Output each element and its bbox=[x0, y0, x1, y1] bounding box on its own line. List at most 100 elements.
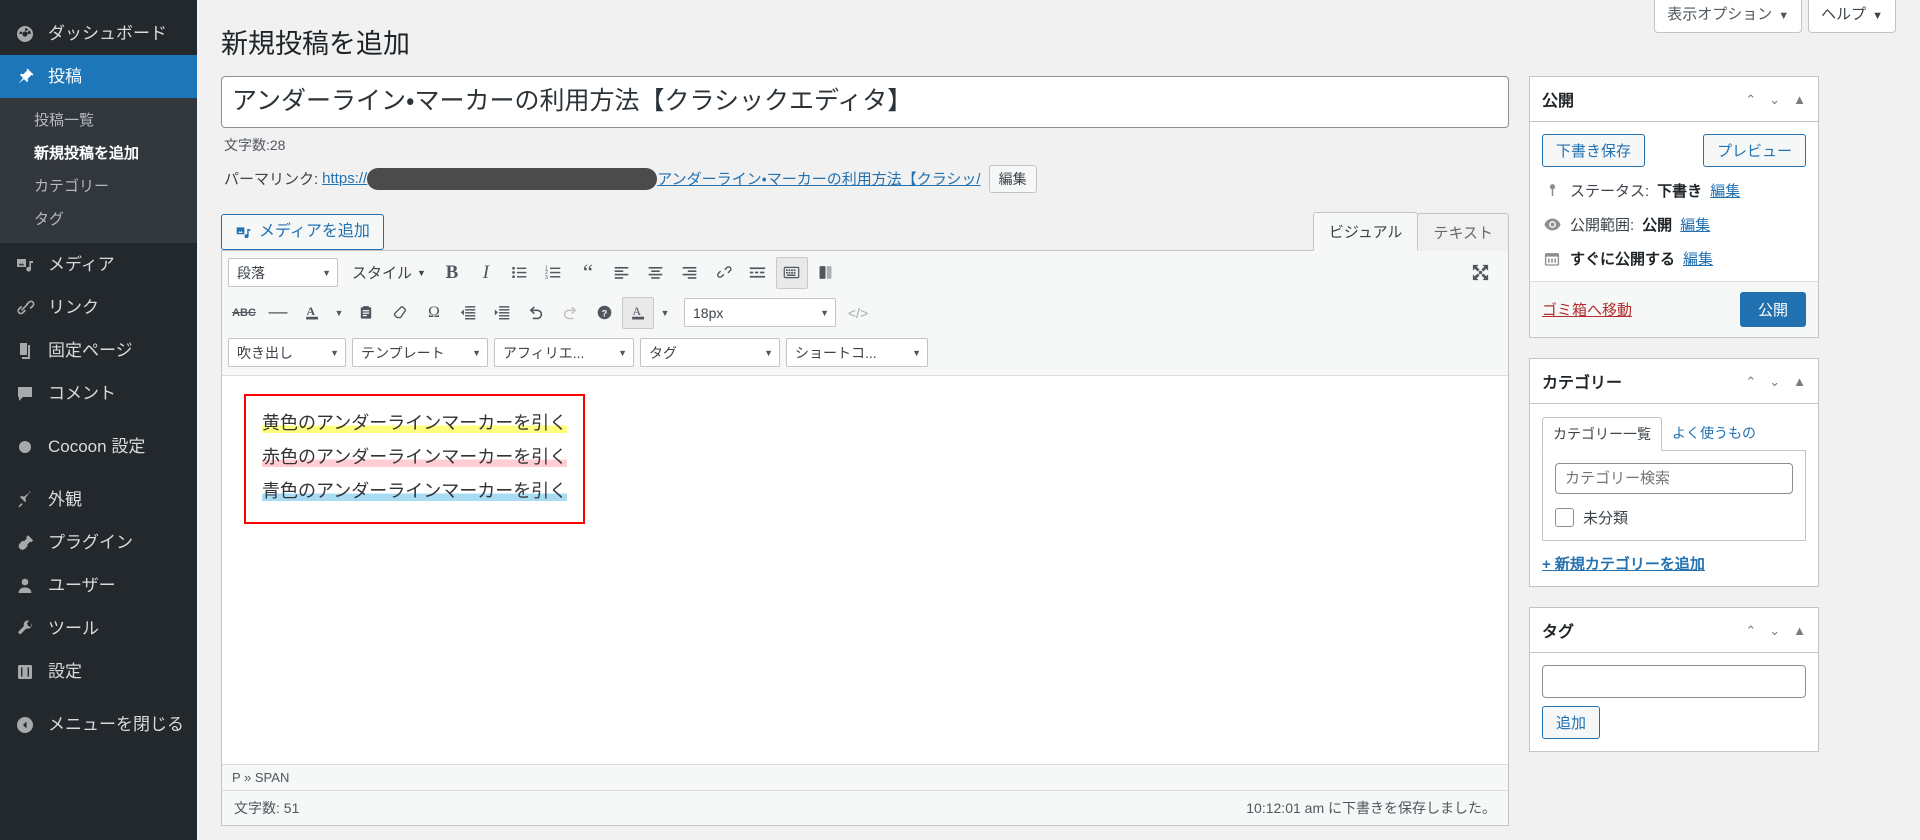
sidebar-item-dashboard[interactable]: ダッシュボード bbox=[0, 12, 197, 55]
clear-formatting-button[interactable] bbox=[384, 297, 416, 329]
sidebar-item-collapse-menu[interactable]: メニューを閉じる bbox=[0, 703, 197, 746]
toggle-panel-icon[interactable]: ▲ bbox=[1793, 624, 1806, 637]
tag-input[interactable] bbox=[1542, 665, 1806, 699]
category-item-uncategorized[interactable]: 未分類 bbox=[1555, 507, 1793, 528]
sidebar-item-tools[interactable]: ツール bbox=[0, 607, 197, 650]
permalink-scheme[interactable]: https:// bbox=[322, 170, 367, 187]
submenu-item-tags[interactable]: タグ bbox=[0, 202, 197, 235]
publish-button[interactable]: 公開 bbox=[1739, 292, 1806, 328]
visibility-edit-link[interactable]: 編集 bbox=[1680, 214, 1710, 235]
move-down-icon[interactable]: ⌄ bbox=[1769, 93, 1780, 106]
preview-button[interactable]: プレビュー bbox=[1702, 134, 1806, 168]
move-up-icon[interactable]: ⌃ bbox=[1745, 93, 1756, 106]
add-new-category-link[interactable]: + 新規カテゴリーを追加 bbox=[1542, 553, 1806, 574]
highlight-color-button[interactable]: A bbox=[622, 296, 654, 329]
submenu-item-all-posts[interactable]: 投稿一覧 bbox=[0, 103, 197, 136]
sidebar-item-plugins[interactable]: プラグイン bbox=[0, 521, 197, 564]
tab-text[interactable]: テキスト bbox=[1417, 212, 1509, 251]
text-color-dropdown[interactable]: ▼ bbox=[330, 297, 348, 329]
user-icon bbox=[14, 575, 36, 597]
fullscreen-button[interactable] bbox=[1464, 257, 1496, 289]
special-character-button[interactable]: Ω bbox=[418, 297, 450, 329]
schedule-edit-link[interactable]: 編集 bbox=[1683, 248, 1713, 269]
visibility-value: 公開 bbox=[1642, 217, 1673, 235]
toggle-panel-icon[interactable]: ▲ bbox=[1793, 375, 1806, 388]
toggle-panel-icon[interactable]: ▲ bbox=[1793, 93, 1806, 106]
schedule-value: すぐに公開する bbox=[1570, 251, 1676, 269]
display-options-button[interactable]: 表示オプション ▼ bbox=[1654, 0, 1803, 33]
shortcode-select[interactable]: ショートコ... ▼ bbox=[786, 338, 928, 368]
sidebar-label-tools: ツール bbox=[48, 619, 99, 638]
format-select[interactable]: 段落 ▼ bbox=[228, 258, 338, 288]
increase-indent-button[interactable] bbox=[486, 297, 518, 329]
align-left-button[interactable] bbox=[606, 257, 638, 289]
status-edit-link[interactable]: 編集 bbox=[1710, 180, 1740, 201]
page-title: 新規投稿を追加 bbox=[221, 29, 410, 59]
submenu-item-add-new[interactable]: 新規投稿を追加 bbox=[0, 136, 197, 169]
add-tag-button[interactable]: 追加 bbox=[1542, 706, 1601, 740]
category-search-input[interactable] bbox=[1555, 463, 1793, 495]
style-select[interactable]: スタイル ▼ bbox=[344, 258, 434, 287]
permalink-slug[interactable]: アンダーライン・マーカーの利用方法【クラシッ/ bbox=[657, 168, 980, 189]
move-up-icon[interactable]: ⌃ bbox=[1745, 375, 1756, 388]
sidebar-item-links[interactable]: リンク bbox=[0, 286, 197, 329]
publish-box-title: 公開 bbox=[1542, 93, 1575, 111]
add-media-button[interactable]: メディアを追加 bbox=[221, 214, 384, 250]
blockquote-button[interactable]: “ bbox=[572, 257, 604, 289]
template-select[interactable]: テンプレート ▼ bbox=[352, 338, 488, 368]
save-draft-button[interactable]: 下書き保存 bbox=[1542, 134, 1646, 168]
decrease-indent-button[interactable] bbox=[452, 297, 484, 329]
sidebar-item-media[interactable]: メディア bbox=[0, 243, 197, 286]
insert-link-button[interactable] bbox=[708, 257, 740, 289]
keyboard-shortcuts-button[interactable]: ? bbox=[588, 297, 620, 329]
move-down-icon[interactable]: ⌄ bbox=[1769, 375, 1780, 388]
read-more-button[interactable] bbox=[742, 257, 774, 289]
sidebar-item-comments[interactable]: コメント bbox=[0, 372, 197, 415]
editor-content-area[interactable]: 黄色のアンダーラインマーカーを引く 赤色のアンダーラインマーカーを引く 青色のア… bbox=[222, 375, 1508, 764]
font-size-select[interactable]: 18px ▼ bbox=[684, 298, 836, 328]
sidebar-item-pages[interactable]: 固定ページ bbox=[0, 329, 197, 372]
undo-button[interactable] bbox=[520, 297, 552, 329]
tools-icon bbox=[14, 618, 36, 640]
bold-button[interactable]: B bbox=[436, 257, 468, 289]
help-label: ヘルプ bbox=[1821, 6, 1867, 23]
horizontal-line-button[interactable]: — bbox=[262, 297, 294, 329]
sidebar-top-spacer bbox=[0, 0, 197, 12]
source-code-button[interactable]: </> bbox=[842, 297, 874, 329]
sidebar-item-cocoon-settings[interactable]: Cocoon 設定 bbox=[0, 425, 197, 468]
tag-select[interactable]: タグ ▼ bbox=[640, 338, 780, 368]
strikethrough-button[interactable]: ABC bbox=[228, 297, 260, 329]
redo-button[interactable] bbox=[554, 297, 586, 329]
submenu-item-categories[interactable]: カテゴリー bbox=[0, 169, 197, 202]
move-down-icon[interactable]: ⌄ bbox=[1769, 624, 1780, 637]
appearance-icon bbox=[14, 489, 36, 511]
text-color-button[interactable]: A bbox=[296, 297, 328, 329]
tab-visual[interactable]: ビジュアル bbox=[1312, 211, 1419, 251]
bulleted-list-button[interactable] bbox=[504, 257, 536, 289]
balloon-select[interactable]: 吹き出し ▼ bbox=[228, 338, 346, 368]
post-title-input[interactable] bbox=[221, 76, 1509, 128]
add-media-icon bbox=[235, 224, 252, 241]
sidebar-item-posts[interactable]: 投稿 bbox=[0, 55, 205, 98]
toolbar-toggle-button[interactable] bbox=[775, 256, 808, 289]
chevron-down-icon: ▼ bbox=[330, 347, 339, 358]
copy-paste-button[interactable] bbox=[810, 257, 842, 289]
numbered-list-button[interactable]: 123 bbox=[538, 257, 570, 289]
sidebar-item-settings[interactable]: 設定 bbox=[0, 650, 197, 693]
move-to-trash-link[interactable]: ゴミ箱へ移動 bbox=[1542, 299, 1632, 320]
paste-as-text-button[interactable] bbox=[350, 297, 382, 329]
help-button[interactable]: ヘルプ ▼ bbox=[1808, 0, 1896, 33]
highlight-color-dropdown[interactable]: ▼ bbox=[656, 297, 674, 329]
move-up-icon[interactable]: ⌃ bbox=[1745, 624, 1756, 637]
tab-all-categories[interactable]: カテゴリー一覧 bbox=[1542, 417, 1662, 452]
sidebar-item-appearance[interactable]: 外観 bbox=[0, 478, 197, 521]
sidebar-item-users[interactable]: ユーザー bbox=[0, 564, 197, 607]
tab-most-used-categories[interactable]: よく使うもの bbox=[1662, 417, 1766, 451]
affiliate-select[interactable]: アフィリエ... ▼ bbox=[494, 338, 634, 368]
align-center-button[interactable] bbox=[640, 257, 672, 289]
align-right-button[interactable] bbox=[674, 257, 706, 289]
edit-permalink-button[interactable]: 編集 bbox=[988, 164, 1037, 193]
category-checkbox[interactable] bbox=[1555, 508, 1574, 528]
italic-button[interactable]: I bbox=[470, 257, 502, 289]
highlighted-content-block: 黄色のアンダーラインマーカーを引く 赤色のアンダーラインマーカーを引く 青色のア… bbox=[244, 393, 586, 525]
